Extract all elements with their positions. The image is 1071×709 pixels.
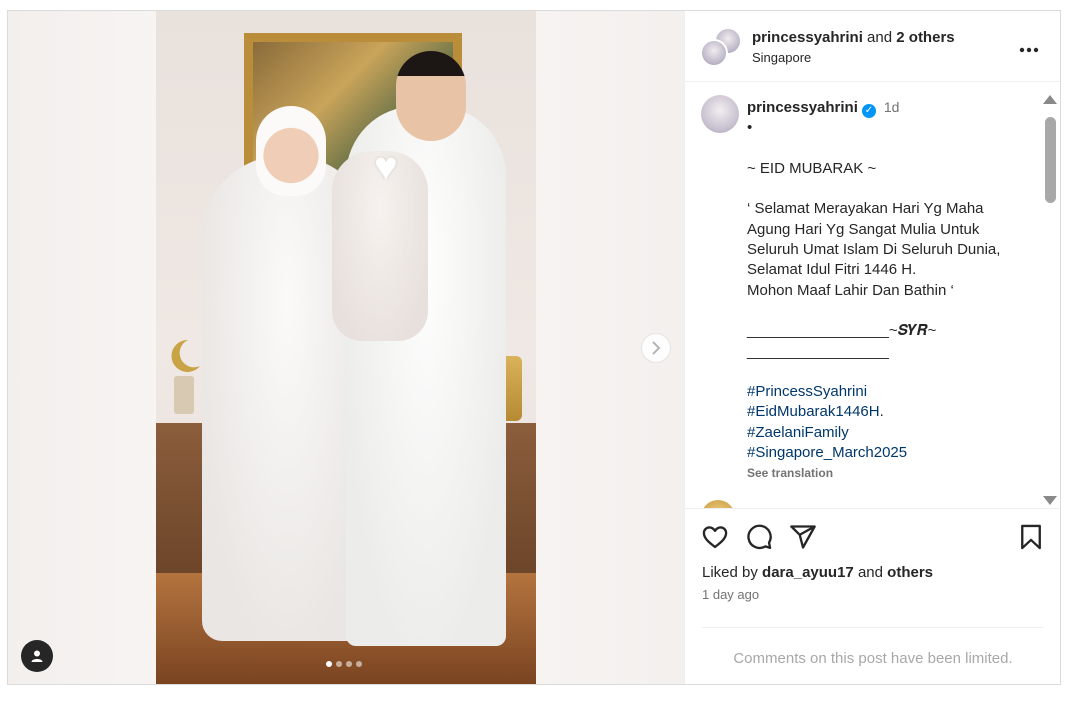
scroll-down-arrow-icon[interactable] [1043,496,1057,505]
carousel-dot [346,661,352,667]
caption: princessyahrini ✓ 1d • ~ EID MUBARAK ~ ‘ Sel… [747,97,1037,484]
scroll-up-arrow-icon[interactable] [1043,95,1057,104]
collab-others-link[interactable]: 2 others [896,29,954,46]
post-header: princessyahrini and 2 others Singapore [685,11,1060,82]
action-icons [701,523,1045,553]
caption-line: • [747,119,753,137]
bookmark-icon[interactable] [1017,523,1045,551]
post-media: ♥ [8,11,684,684]
post-authors: princessyahrini and 2 others Singapore [752,29,955,65]
location-link[interactable]: Singapore [752,50,955,65]
avatar[interactable] [701,500,735,508]
heart-icon[interactable] [701,523,729,551]
more-options-icon[interactable] [1019,33,1039,59]
authors-line: princessyahrini and 2 others [752,29,955,46]
caption-text: • ~ EID MUBARAK ~ ‘ Selamat Merayakan Hari… [747,118,1037,382]
see-translation-button[interactable]: See translation [747,463,1037,483]
caption-line: ~ EID MUBARAK ~ [747,159,877,177]
comments-limited-notice: Comments on this post have been limited. [733,650,1013,667]
carousel-indicator [326,661,362,667]
hashtag-line: #EidMubarak1446H. [747,402,1037,422]
crescent-decoration [171,339,200,414]
caption-username[interactable]: princessyahrini [747,98,858,118]
hashtag-suffix: . [879,403,884,421]
collab-avatars[interactable] [700,27,742,67]
scrollbar[interactable] [1041,91,1060,505]
caption-line: ‘ Selamat Merayakan Hari Yg Maha [747,200,984,218]
post-photo[interactable]: ♥ [156,11,536,684]
avatar[interactable] [701,95,739,133]
caption-line: Seluruh Umat Islam Di Seluruh Dunia, [747,241,1001,259]
scrollbar-thumb[interactable] [1045,117,1056,203]
likes-prefix: Liked by [702,564,763,581]
authors-joiner: and [862,29,897,46]
divider [702,627,1044,628]
hashtag-link[interactable]: #PrincessSyahrini [747,383,867,400]
owner-username[interactable]: princessyahrini [752,29,863,46]
hashtag-line: #Singapore_March2025 [747,443,1037,463]
hashtag-line: #ZaelaniFamily [747,423,1037,443]
likes-summary: Liked by dara_ayuu17 and others [702,564,933,581]
hashtag-line: #PrincessSyahrini [747,382,1037,402]
comment-icon[interactable] [745,523,773,551]
caption-line [747,362,1037,382]
carousel-dot [326,661,332,667]
caption-line: _________________~𝑺𝒀𝑹~ [747,322,937,340]
carousel-dot [356,661,362,667]
woman-head [256,106,326,196]
caption-line: Selamat Idul Fitri 1446 H. [747,261,917,279]
comments-scroll-area[interactable]: princessyahrini ✓ 1d • ~ EID MUBARAK ~ ‘ Sel… [685,82,1060,508]
hashtag-link[interactable]: #Singapore_March2025 [747,444,907,461]
hashtag-link[interactable]: #ZaelaniFamily [747,424,849,441]
caption-line: Agung Hari Yg Sangat Mulia Untuk [747,220,980,238]
caption-hashtags: #PrincessSyahrini #EidMubarak1446H. #Zaela… [747,382,1037,463]
caption-line [747,301,1037,321]
chevron-right-icon [652,341,661,355]
post-timestamp[interactable]: 1 day ago [702,587,759,602]
user-icon [31,650,43,662]
next-image-button[interactable] [641,333,671,363]
caption-line: Mohon Maaf Lahir Dan Bathin ‘ [747,281,954,299]
man-head [396,51,466,141]
caption-line [747,139,1037,159]
post-side-panel: princessyahrini and 2 others Singapore p… [684,11,1060,684]
post-actions: Liked by dara_ayuu17 and others 1 day ag… [685,508,1060,684]
likes-joiner: and [853,564,888,581]
caption-line [747,179,1037,199]
verified-badge-icon: ✓ [861,104,876,118]
liker-username[interactable]: dara_ayuu17 [762,564,854,581]
carousel-dot [336,661,342,667]
likes-others-link[interactable]: others [887,564,933,581]
tagged-users-button[interactable] [21,640,53,672]
comment-item: didevina ✓ 22h [701,500,857,508]
post-dialog: ♥ princessyahrini and 2 others Singapore… [7,10,1061,685]
heart-emoji-icon: ♥ [374,145,398,189]
caption-header: princessyahrini ✓ 1d [747,97,1037,118]
share-icon[interactable] [789,523,817,551]
caption-time[interactable]: 1d [884,99,900,115]
hashtag-link[interactable]: #EidMubarak1446H [747,403,880,420]
caption-line: _________________ [747,342,889,360]
avatar [700,39,728,67]
